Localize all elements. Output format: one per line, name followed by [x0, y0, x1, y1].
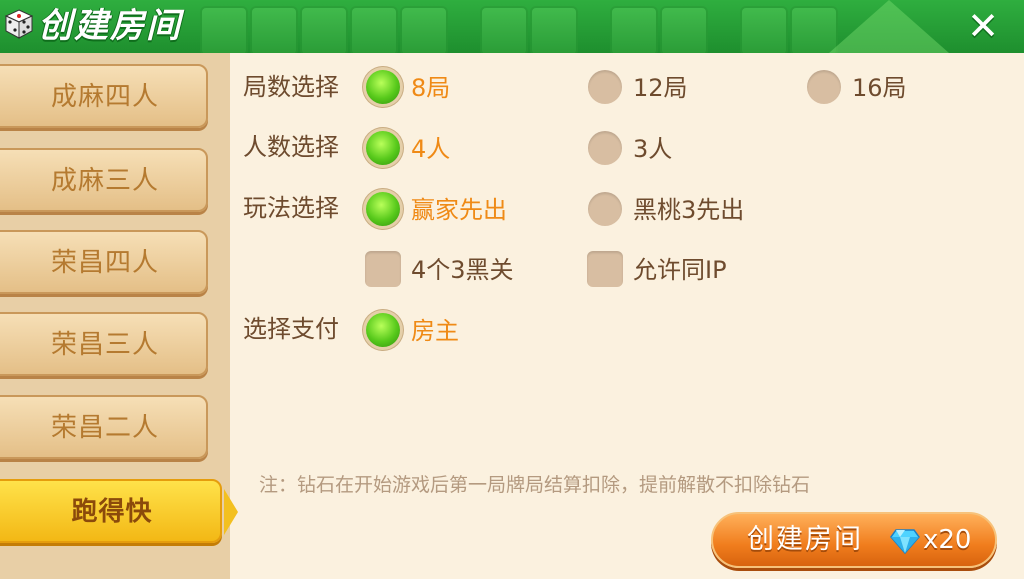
players-3-label[interactable]: 3人 — [633, 134, 672, 164]
dice-icon — [4, 9, 34, 39]
sidebar-item-rongchang-4[interactable]: 荣昌四人 — [0, 230, 208, 294]
page-title: 创建房间 — [38, 6, 182, 46]
rounds-8-label[interactable]: 8局 — [411, 73, 450, 103]
rounds-12-radio[interactable] — [588, 70, 622, 104]
payment-label: 选择支付 — [243, 315, 339, 343]
rounds-16-radio[interactable] — [807, 70, 841, 104]
payment-host-radio[interactable] — [366, 313, 400, 347]
players-4-label[interactable]: 4人 — [411, 134, 450, 164]
allow-same-ip-label[interactable]: 允许同IP — [633, 255, 727, 285]
sidebar-item-chengma-4[interactable]: 成麻四人 — [0, 64, 208, 128]
create-room-button[interactable]: 创建房间 x20 — [711, 512, 997, 568]
four-threes-label[interactable]: 4个3黑关 — [411, 255, 514, 285]
sidebar-item-rongchang-3[interactable]: 荣昌三人 — [0, 312, 208, 376]
sidebar-item-chengma-3[interactable]: 成麻三人 — [0, 148, 208, 212]
sidebar-item-rongchang-2[interactable]: 荣昌二人 — [0, 395, 208, 459]
game-type-sidebar: 成麻四人 成麻三人 荣昌四人 荣昌三人 荣昌二人 跑得快 — [0, 53, 238, 579]
close-icon: ✕ — [967, 4, 999, 48]
sidebar-item-paodekuai[interactable]: 跑得快 — [0, 479, 238, 543]
rule-winner-first-radio[interactable] — [366, 192, 400, 226]
payment-host-label[interactable]: 房主 — [411, 316, 459, 346]
rule-spade3-first-label[interactable]: 黑桃3先出 — [633, 195, 744, 225]
header-decoration — [829, 0, 949, 53]
rule-winner-first-label[interactable]: 赢家先出 — [411, 195, 507, 225]
close-button[interactable]: ✕ — [962, 6, 1004, 46]
players-4-radio[interactable] — [366, 131, 400, 165]
rounds-16-label[interactable]: 16局 — [852, 73, 907, 103]
rule-spade3-first-radio[interactable] — [588, 192, 622, 226]
mahjong-tiles-decoration — [180, 0, 940, 53]
allow-same-ip-checkbox[interactable] — [587, 251, 623, 287]
title-bar: 创建房间 ✕ — [0, 0, 1024, 53]
rounds-12-label[interactable]: 12局 — [633, 73, 688, 103]
diamond-icon — [890, 529, 920, 554]
four-threes-checkbox[interactable] — [365, 251, 401, 287]
rounds-8-radio[interactable] — [366, 70, 400, 104]
rules-label: 玩法选择 — [243, 194, 339, 222]
diamond-note: 注：钻石在开始游戏后第一局牌局结算扣除，提前解散不扣除钻石 — [259, 474, 811, 496]
rounds-label: 局数选择 — [243, 73, 339, 101]
diamond-cost: x20 — [923, 525, 972, 555]
players-label: 人数选择 — [243, 133, 339, 161]
players-3-radio[interactable] — [588, 131, 622, 165]
create-room-label: 创建房间 — [747, 524, 863, 555]
